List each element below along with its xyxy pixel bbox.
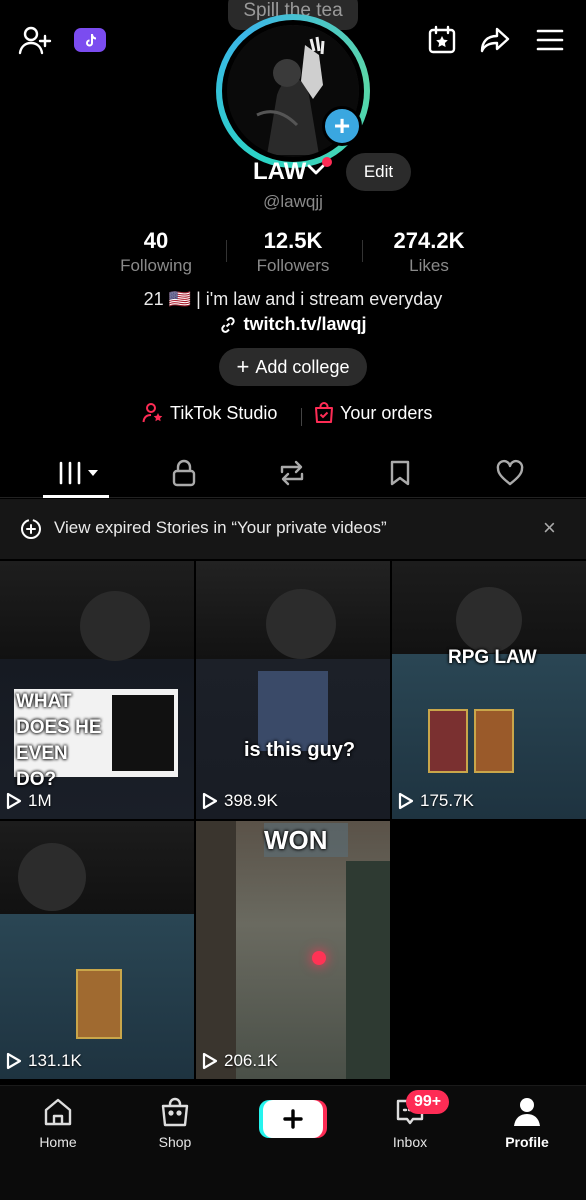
menu-icon[interactable] — [534, 26, 566, 54]
plus-icon — [283, 1109, 303, 1129]
add-friend-icon[interactable] — [18, 24, 52, 56]
edit-profile-button[interactable]: Edit — [346, 153, 411, 191]
video-thumbnail[interactable]: WON 206.1K — [196, 821, 390, 1079]
bottom-navigation: Home Shop Inbox 99+ Profile — [0, 1085, 586, 1200]
profile-bio: 21 🇺🇸 | i'm law and i stream everyday — [143, 289, 443, 309]
bookmark-icon — [390, 460, 410, 486]
banner-text: View expired Stories in “Your private vi… — [54, 518, 387, 537]
tab-saved[interactable] — [370, 450, 430, 496]
story-plus-icon — [21, 519, 41, 539]
tiktok-studio-link[interactable]: TikTok Studio — [142, 402, 277, 424]
heart-icon — [496, 459, 524, 486]
view-count: 1M — [6, 791, 52, 811]
video-overlay-text: WON — [264, 825, 328, 855]
shopping-bag-icon — [161, 1097, 189, 1127]
active-tab-indicator — [43, 495, 109, 498]
tab-liked[interactable] — [480, 450, 540, 496]
grid-icon — [59, 461, 98, 485]
stat-followers[interactable]: 12.5K Followers — [238, 228, 348, 276]
profile-handle: @lawqjj — [263, 192, 323, 211]
your-orders-link[interactable]: Your orders — [314, 402, 432, 424]
calendar-star-icon[interactable] — [426, 24, 458, 56]
link-icon — [221, 316, 236, 333]
profile-icon — [514, 1098, 540, 1126]
video-thumbnail[interactable]: WHAT DOES HE EVEN DO? 1M — [0, 561, 194, 819]
notification-dot — [322, 157, 332, 167]
video-overlay-text: WHAT DOES HE EVEN DO? — [16, 691, 102, 790]
tab-reposts[interactable] — [262, 450, 322, 496]
home-icon — [44, 1098, 72, 1126]
play-icon — [6, 792, 22, 810]
profile-name[interactable]: LAW — [253, 158, 306, 186]
tab-private[interactable] — [154, 450, 214, 496]
video-overlay-text: is this guy? — [244, 739, 356, 761]
creator-tools: TikTok Studio Your orders — [0, 402, 586, 430]
nav-profile[interactable]: Profile — [482, 1094, 572, 1150]
profile-link-text[interactable]: twitch.tv/lawqj — [243, 314, 366, 335]
play-icon — [398, 792, 414, 810]
divider — [362, 240, 363, 262]
tiktok-coin-icon[interactable] — [74, 28, 106, 52]
inbox-badge: 99+ — [406, 1090, 450, 1114]
stat-following[interactable]: 40 Following — [106, 228, 206, 276]
close-icon[interactable]: × — [543, 517, 556, 539]
tab-videos[interactable] — [46, 450, 106, 496]
view-count: 175.7K — [398, 791, 474, 811]
video-thumbnail[interactable]: RPG LAW 175.7K — [392, 561, 586, 819]
create-button[interactable] — [263, 1100, 323, 1138]
divider — [301, 408, 302, 426]
add-college-button[interactable]: + Add college — [219, 348, 367, 386]
play-icon — [6, 1052, 22, 1070]
content-tabs — [0, 450, 586, 498]
nav-home[interactable]: Home — [13, 1094, 103, 1150]
view-count: 398.9K — [202, 791, 278, 811]
share-icon[interactable] — [478, 24, 512, 56]
expired-stories-banner[interactable]: View expired Stories in “Your private vi… — [0, 499, 586, 559]
view-count: 131.1K — [6, 1051, 82, 1071]
play-icon — [202, 1052, 218, 1070]
profile-stats: 40 Following 12.5K Followers 274.2K Like… — [0, 228, 586, 278]
nav-shop[interactable]: Shop — [130, 1094, 220, 1150]
video-overlay-text: RPG LAW — [448, 647, 537, 668]
name-row: LAW — [0, 155, 586, 191]
stat-likes[interactable]: 274.2K Likes — [374, 228, 484, 276]
play-icon — [202, 792, 218, 810]
repost-icon — [280, 460, 304, 486]
view-count: 206.1K — [202, 1051, 278, 1071]
add-story-button[interactable]: + — [322, 106, 362, 146]
lock-icon — [172, 459, 196, 487]
studio-person-icon — [142, 403, 163, 423]
orders-bag-icon — [315, 402, 333, 423]
divider — [226, 240, 227, 262]
video-thumbnail[interactable]: is this guy? 398.9K — [196, 561, 390, 819]
video-thumbnail[interactable]: 131.1K — [0, 821, 194, 1079]
profile-link[interactable]: twitch.tv/lawqj — [0, 314, 586, 335]
plus-icon: + — [236, 354, 250, 379]
